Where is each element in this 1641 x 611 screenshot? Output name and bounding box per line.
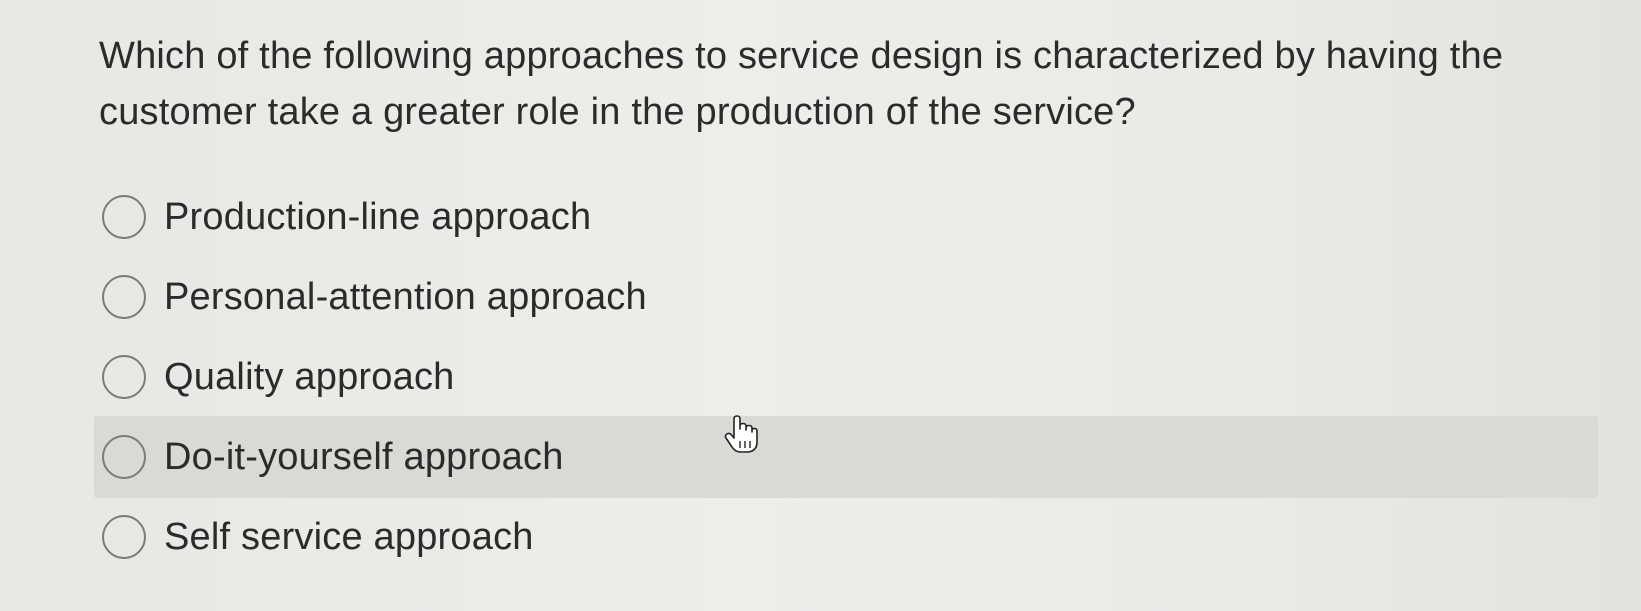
radio-button[interactable] bbox=[102, 355, 146, 399]
radio-button[interactable] bbox=[102, 515, 146, 559]
option-label: Production-line approach bbox=[164, 195, 592, 238]
option-do-it-yourself[interactable]: Do-it-yourself approach bbox=[94, 416, 1598, 498]
option-label: Personal-attention approach bbox=[164, 275, 647, 318]
option-label: Quality approach bbox=[164, 355, 455, 398]
option-personal-attention[interactable]: Personal-attention approach bbox=[94, 256, 1598, 338]
radio-button[interactable] bbox=[102, 195, 146, 239]
hand-pointer-icon bbox=[724, 415, 758, 453]
question-text: Which of the following approaches to ser… bbox=[99, 35, 1504, 133]
option-self-service[interactable]: Self service approach bbox=[94, 496, 1598, 578]
radio-button[interactable] bbox=[102, 435, 146, 479]
radio-button[interactable] bbox=[102, 275, 146, 319]
option-label: Self service approach bbox=[164, 515, 534, 558]
option-quality[interactable]: Quality approach bbox=[94, 336, 1598, 418]
option-production-line[interactable]: Production-line approach bbox=[94, 176, 1598, 258]
option-label: Do-it-yourself approach bbox=[164, 435, 564, 478]
